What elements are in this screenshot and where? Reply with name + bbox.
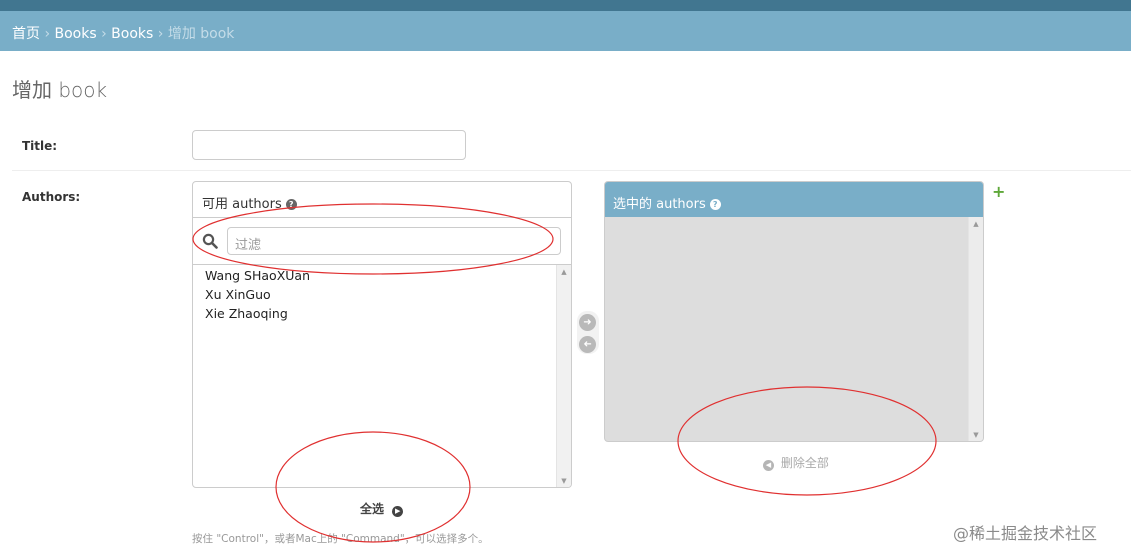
help-text: 按住 "Control"，或者Mac上的 "Command"，可以选择多个。 <box>192 533 489 545</box>
chosen-header: 选中的 authors? <box>605 182 983 217</box>
remove-all-button[interactable]: ◀ 删除全部 <box>763 454 829 471</box>
form-row-divider <box>12 170 1131 171</box>
chosen-header-label: 选中的 authors <box>613 197 706 212</box>
list-item[interactable]: Xie Zhaoqing <box>205 306 288 321</box>
breadcrumb: 首页 › Books › Books › 增加 book <box>0 11 1131 51</box>
available-header-label: 可用 authors <box>202 197 282 212</box>
arrow-right-circle-icon: ▶ <box>392 506 404 517</box>
choose-all-button[interactable]: 全选 ▶ <box>360 500 404 517</box>
arrow-left-circle-icon: ◀ <box>763 460 774 471</box>
chosen-authors-box: 选中的 authors? ▲ ▼ <box>604 181 984 442</box>
header-bar <box>0 0 1131 11</box>
watermark: @稀土掘金技术社区 <box>953 524 1098 543</box>
available-header: 可用 authors? <box>193 182 571 218</box>
choose-all-label: 全选 <box>360 502 385 516</box>
breadcrumb-current: 增加 book <box>167 26 235 42</box>
scroll-down-icon[interactable]: ▼ <box>557 477 571 485</box>
search-icon <box>202 233 218 249</box>
title-label: Title: <box>22 139 58 153</box>
scroll-up-icon[interactable]: ▲ <box>557 268 571 276</box>
list-item[interactable]: Xu XinGuo <box>205 287 271 302</box>
remove-all-label: 删除全部 <box>780 456 829 470</box>
breadcrumb-separator: › <box>101 26 107 42</box>
scroll-up-icon[interactable]: ▲ <box>969 220 983 228</box>
scrollbar[interactable]: ▲ ▼ <box>556 265 571 487</box>
help-icon[interactable]: ? <box>285 199 297 210</box>
add-author-plus-icon[interactable]: + <box>992 182 1005 201</box>
breadcrumb-model[interactable]: Books <box>111 26 153 42</box>
remove-selected-icon[interactable]: ➜ <box>579 336 596 353</box>
list-item[interactable]: Wang SHaoXUan <box>205 268 310 283</box>
filter-input[interactable]: 过滤 <box>227 227 561 255</box>
breadcrumb-app[interactable]: Books <box>55 26 97 42</box>
available-options-list[interactable]: Wang SHaoXUan Xu XinGuo Xie Zhaoqing <box>193 265 557 487</box>
filter-bar: 过滤 <box>193 218 571 265</box>
scrollbar[interactable]: ▲ ▼ <box>968 217 983 441</box>
add-selected-icon[interactable]: ➜ <box>579 314 596 331</box>
title-input[interactable] <box>192 130 466 160</box>
page-title: 增加 book <box>12 78 108 102</box>
available-authors-box: 可用 authors? 过滤 Wang SHaoXUan Xu XinGuo X… <box>192 181 572 488</box>
breadcrumb-home[interactable]: 首页 <box>12 26 40 42</box>
breadcrumb-separator: › <box>157 26 164 42</box>
scroll-down-icon[interactable]: ▼ <box>969 431 983 439</box>
help-icon[interactable]: ? <box>709 199 721 210</box>
breadcrumb-separator: › <box>44 26 51 42</box>
authors-label: Authors: <box>22 190 81 204</box>
